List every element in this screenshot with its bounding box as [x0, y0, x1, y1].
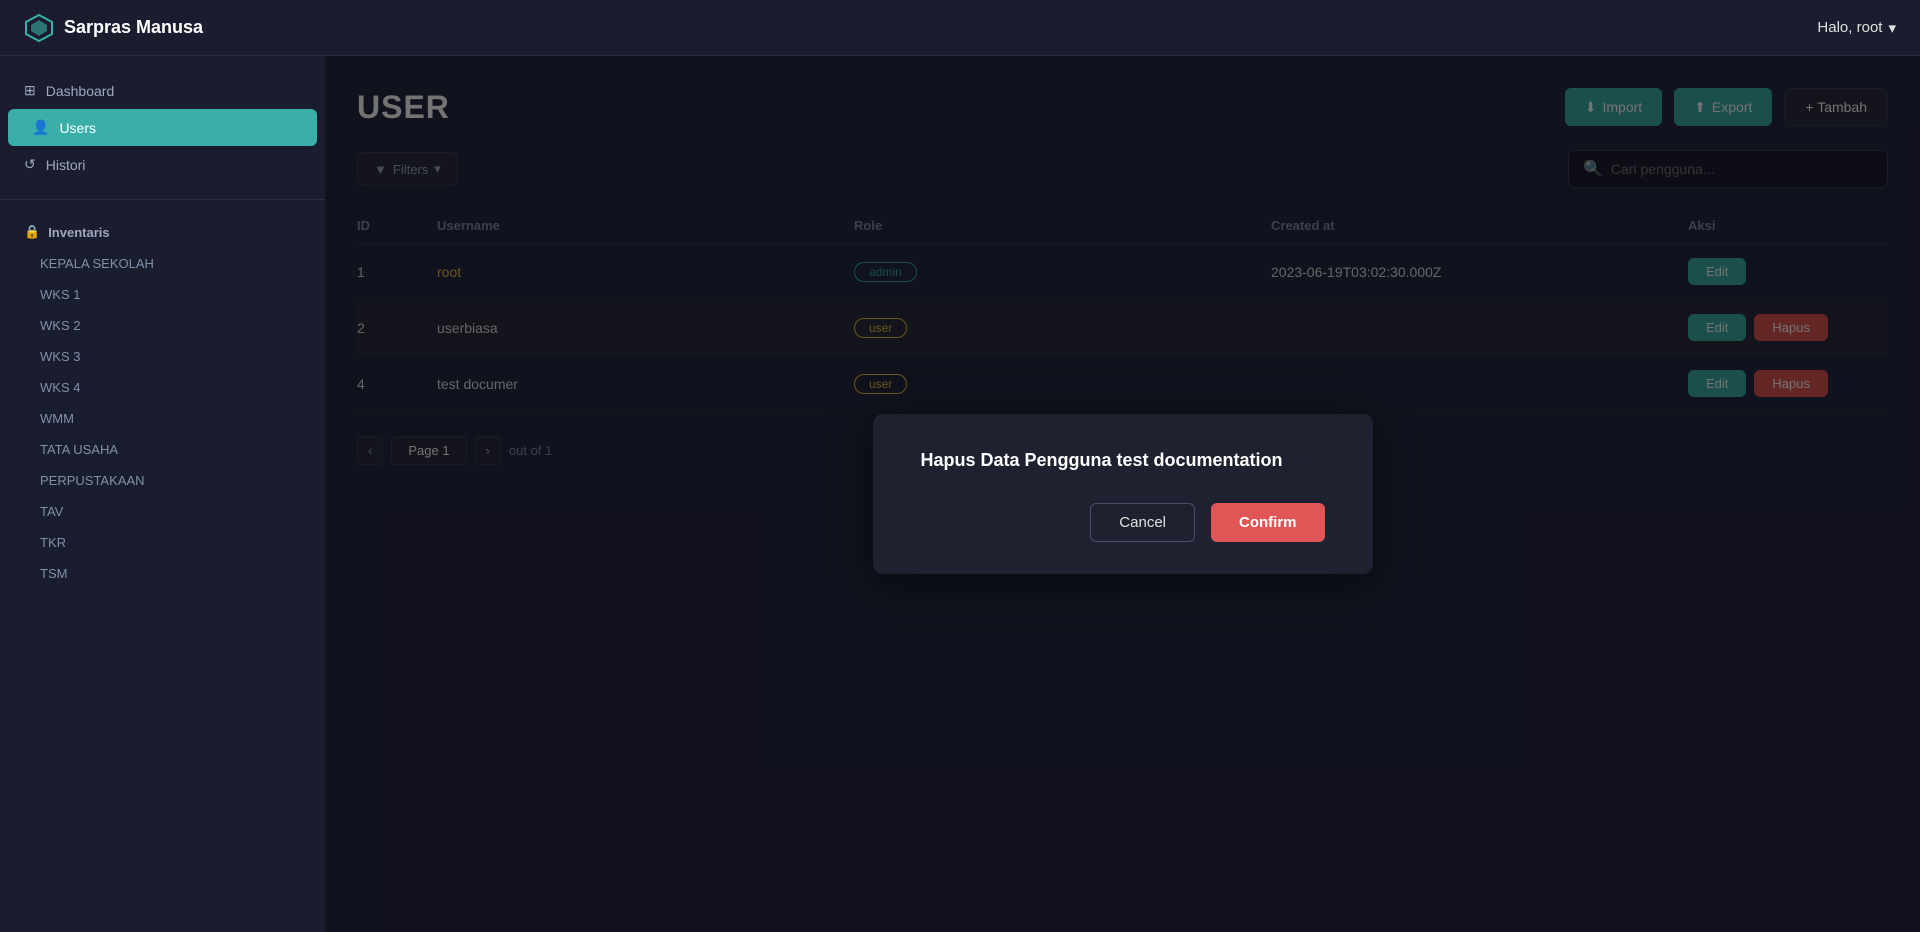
modal-title: Hapus Data Pengguna test documentation	[921, 450, 1325, 471]
chevron-down-icon: ▾	[1888, 19, 1896, 37]
sidebar-sub-tkr[interactable]: TKR	[0, 527, 325, 558]
sidebar-sub-wks4[interactable]: WKS 4	[0, 372, 325, 403]
sidebar-sub-tata-usaha[interactable]: TATA USAHA	[0, 434, 325, 465]
sidebar-item-dashboard[interactable]: ⊞ Dashboard	[0, 72, 325, 109]
confirm-button[interactable]: Confirm	[1211, 503, 1325, 542]
content-area: USER ⬇ Import ⬆ Export + Tambah ▼ Filter…	[325, 56, 1920, 932]
sidebar-sub-wks1[interactable]: WKS 1	[0, 279, 325, 310]
sidebar-sub-tav[interactable]: TAV	[0, 496, 325, 527]
history-icon: ↺	[24, 156, 36, 173]
sidebar-item-histori[interactable]: ↺ Histori	[0, 146, 325, 183]
sidebar-item-users[interactable]: 👤 Users	[8, 109, 317, 146]
modal-actions: Cancel Confirm	[921, 503, 1325, 542]
users-icon: 👤	[32, 119, 49, 136]
user-greeting[interactable]: Halo, root ▾	[1817, 19, 1896, 37]
sidebar-sub-kepala-sekolah[interactable]: KEPALA SEKOLAH	[0, 248, 325, 279]
brand-icon	[24, 13, 54, 43]
sidebar-sub-wmm[interactable]: WMM	[0, 403, 325, 434]
lock-icon: 🔒	[24, 224, 40, 240]
sidebar-divider	[0, 199, 325, 200]
topnav: Sarpras Manusa Halo, root ▾	[0, 0, 1920, 56]
sidebar-sub-perpustakaan[interactable]: PERPUSTAKAAN	[0, 465, 325, 496]
brand: Sarpras Manusa	[24, 13, 203, 43]
sidebar: ⊞ Dashboard 👤 Users ↺ Histori 🔒 Inventar…	[0, 56, 325, 932]
brand-name: Sarpras Manusa	[64, 17, 203, 38]
sidebar-sub-wks3[interactable]: WKS 3	[0, 341, 325, 372]
cancel-button[interactable]: Cancel	[1090, 503, 1195, 542]
dashboard-icon: ⊞	[24, 82, 36, 99]
sidebar-sub-wks2[interactable]: WKS 2	[0, 310, 325, 341]
confirm-modal: Hapus Data Pengguna test documentation C…	[873, 414, 1373, 574]
sidebar-section-inventaris: 🔒 Inventaris	[0, 216, 325, 248]
sidebar-sub-tsm[interactable]: TSM	[0, 558, 325, 589]
modal-overlay: Hapus Data Pengguna test documentation C…	[325, 56, 1920, 932]
